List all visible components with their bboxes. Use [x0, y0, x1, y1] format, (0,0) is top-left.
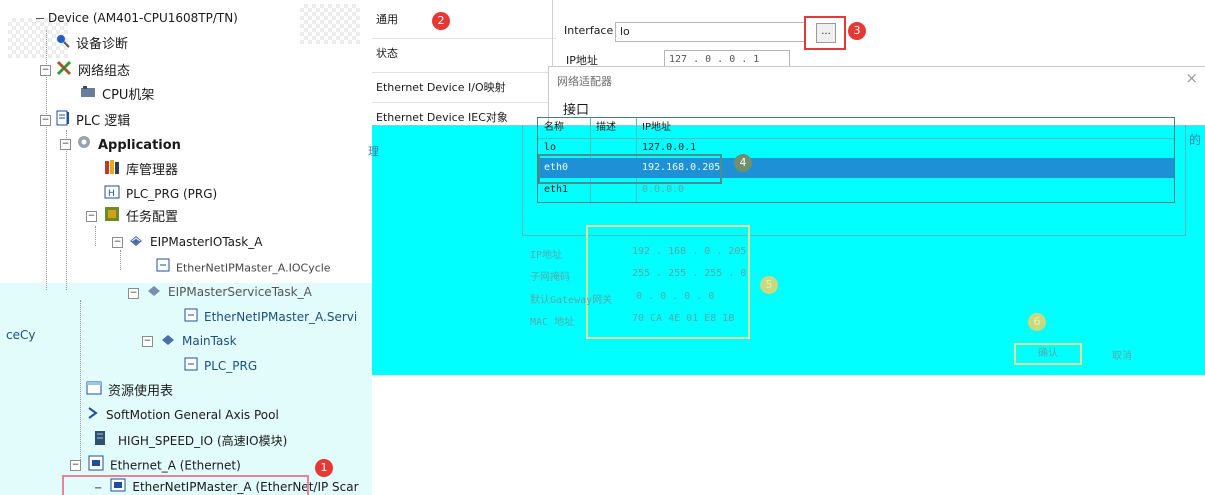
- section-label: 接口: [563, 103, 590, 118]
- tree-item-main-plc-prg[interactable]: PLC_PRG: [184, 356, 257, 376]
- step-badge: 6: [1028, 313, 1046, 331]
- cancel-button[interactable]: 取消: [1112, 347, 1132, 362]
- table-icon: [86, 381, 102, 402]
- detail-label: IP地址: [530, 250, 563, 261]
- clipped-text: ceCy: [6, 328, 36, 342]
- tree-item-resource-table[interactable]: 资源使用表: [86, 381, 173, 401]
- tree-item-high-speed-io[interactable]: HIGH_SPEED_IO (高速IO模块): [94, 430, 287, 450]
- collapse-toggle[interactable]: −: [86, 211, 97, 222]
- tree-item-device[interactable]: Device (AM401-CPU1608TP/TN): [36, 8, 238, 28]
- highlight-box: ...: [804, 16, 846, 50]
- collapse-toggle[interactable]: −: [40, 115, 51, 126]
- call-icon: [156, 258, 170, 279]
- table-header: 名称 描述 IP地址: [538, 118, 1174, 139]
- books-icon: [104, 159, 120, 182]
- tree-item-eip-io-task[interactable]: EIPMasterIOTask_A: [128, 232, 262, 252]
- tree-item-plc-logic[interactable]: PLC 逻辑: [56, 110, 130, 130]
- tab-status[interactable]: 状态: [372, 38, 556, 69]
- io-module-icon: [94, 430, 106, 452]
- adapter-table: 名称 描述 IP地址 lo 127.0.0.1 eth0 192.168.0.2…: [537, 117, 1175, 203]
- detail-value: 255 . 255 . 255 . 0: [632, 268, 747, 279]
- collapse-toggle[interactable]: −: [60, 139, 71, 150]
- magnifier-icon: [56, 34, 70, 55]
- tree-item-network-config[interactable]: 网络组态: [56, 60, 130, 80]
- svg-text:H: H: [108, 189, 115, 199]
- detail-label: 子网掩码: [530, 272, 570, 283]
- tree-item-diagnostics[interactable]: 设备诊断: [56, 34, 128, 54]
- task-icon: [128, 233, 144, 253]
- checker-pattern: [300, 4, 360, 44]
- tree-item-eip-io-cycle[interactable]: EtherNetIPMaster_A.IOCycle: [156, 258, 331, 278]
- collapse-toggle[interactable]: −: [142, 336, 153, 347]
- gear-icon: [76, 134, 92, 157]
- collapse-toggle[interactable]: −: [112, 237, 123, 248]
- collapse-toggle[interactable]: −: [128, 288, 139, 299]
- step-badge: 4: [734, 154, 752, 172]
- tree-item-eip-service[interactable]: EtherNetIPMaster_A.Servi: [184, 307, 357, 327]
- plc-logic-icon: [56, 110, 70, 133]
- interface-input[interactable]: lo: [615, 22, 806, 42]
- column-header: 名称: [544, 122, 564, 133]
- detail-label: MAC 地址: [530, 317, 575, 328]
- column-header: 描述: [596, 122, 616, 133]
- collapse-toggle[interactable]: −: [70, 460, 81, 471]
- tree-item-softmotion[interactable]: SoftMotion General Axis Pool: [86, 405, 279, 425]
- dialog-title: 网络适配器: [557, 75, 612, 88]
- tree-item-application[interactable]: Application: [76, 134, 181, 154]
- step-badge: 1: [315, 459, 333, 477]
- collapse-toggle[interactable]: −: [40, 65, 51, 76]
- highlight-box: [62, 475, 309, 495]
- tab-general[interactable]: 通用: [372, 5, 556, 35]
- close-button[interactable]: ×: [1185, 69, 1198, 87]
- table-row-selected[interactable]: eth0 192.168.0.205: [538, 154, 1174, 184]
- call-icon: [184, 308, 198, 328]
- tree-item-library-manager[interactable]: 库管理器: [104, 159, 178, 179]
- project-tree: Device (AM401-CPU1608TP/TN) 设备诊断 − 网络组态 …: [0, 0, 372, 495]
- tree-item-eip-service-task[interactable]: EIPMasterServiceTask_A: [146, 282, 312, 302]
- ethernet-icon: [88, 455, 104, 477]
- tree-item-main-task[interactable]: MainTask: [160, 331, 237, 351]
- tools-icon: [56, 60, 72, 83]
- tree-item-cpu-rack[interactable]: CPU机架: [80, 85, 154, 105]
- tab-io-mapping[interactable]: Ethernet Device I/O映射: [372, 72, 556, 103]
- detail-value: 0 . 0 . 0 . 0: [636, 291, 715, 302]
- call-icon: [184, 357, 198, 377]
- detail-value: 70 CA 4E 01 E8 1B: [632, 313, 735, 324]
- tree-item-plc-prg[interactable]: H PLC_PRG (PRG): [104, 184, 217, 204]
- rack-icon: [80, 85, 96, 106]
- tree-item-ethernet-a[interactable]: Ethernet_A (Ethernet): [88, 455, 241, 475]
- step-badge: 2: [432, 12, 450, 30]
- task-config-icon: [104, 206, 120, 229]
- task-icon: [160, 332, 176, 352]
- step-badge: 5: [760, 276, 778, 294]
- browse-button[interactable]: ...: [816, 23, 836, 43]
- tree-item-task-config[interactable]: 任务配置: [104, 206, 178, 226]
- table-row[interactable]: eth1 0.0.0.0: [538, 180, 1174, 200]
- detail-label: 默认Gateway网关: [530, 295, 613, 306]
- detail-value: 192 . 168 . 0 . 205: [632, 246, 747, 257]
- program-icon: H: [104, 185, 120, 205]
- step-badge: 3: [848, 22, 866, 40]
- interface-label: Interface: [564, 24, 614, 37]
- task-icon: [146, 283, 162, 303]
- ok-button[interactable]: 确认: [1014, 343, 1082, 365]
- axis-icon: [86, 406, 100, 426]
- column-header: IP地址: [642, 122, 671, 133]
